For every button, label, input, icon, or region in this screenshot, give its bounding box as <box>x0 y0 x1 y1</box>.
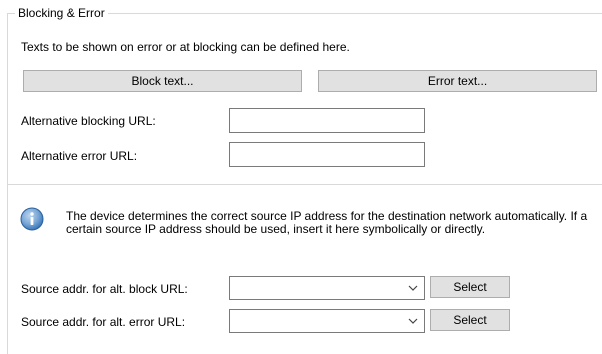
chevron-down-icon <box>408 285 418 291</box>
source-error-select[interactable] <box>229 309 425 333</box>
source-error-label: Source addr. for alt. error URL: <box>21 315 186 329</box>
info-icon <box>20 207 44 231</box>
alt-error-url-input[interactable] <box>229 142 425 167</box>
group-description: Texts to be shown on error or at blockin… <box>21 40 350 54</box>
chevron-down-icon <box>408 318 418 324</box>
info-text: The device determines the correct source… <box>66 209 588 236</box>
error-text-button[interactable]: Error text... <box>318 70 597 92</box>
alt-error-url-label: Alternative error URL: <box>21 149 138 163</box>
block-text-button[interactable]: Block text... <box>23 70 302 92</box>
source-block-label: Source addr. for alt. block URL: <box>21 282 188 296</box>
section-divider <box>8 184 602 185</box>
source-block-select[interactable] <box>229 276 425 300</box>
alt-blocking-url-label: Alternative blocking URL: <box>21 114 156 128</box>
group-title: Blocking & Error <box>15 6 108 20</box>
select-error-button[interactable]: Select <box>430 309 510 331</box>
select-block-button[interactable]: Select <box>430 276 510 298</box>
alt-blocking-url-input[interactable] <box>229 108 425 133</box>
